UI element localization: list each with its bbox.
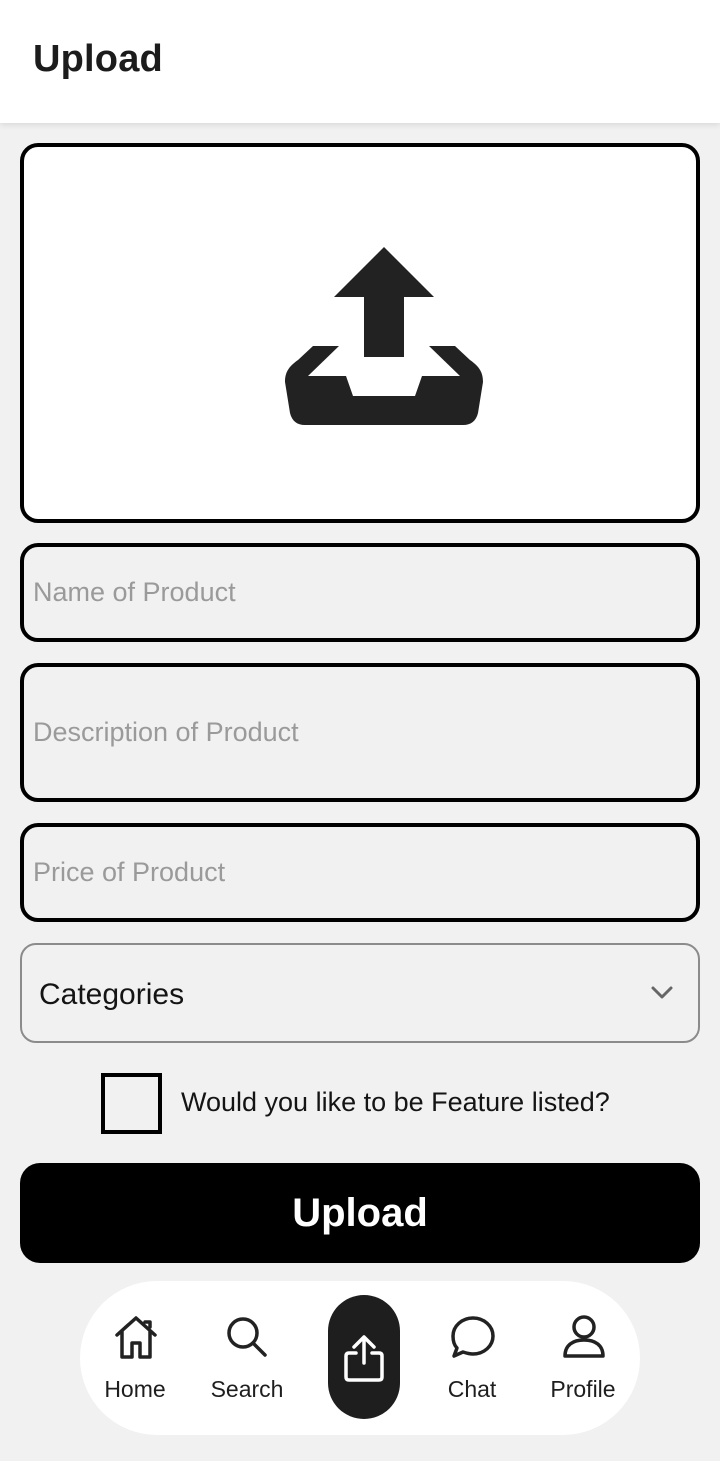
feature-listed-label: Would you like to be Feature listed?: [181, 1087, 610, 1117]
page-title: Upload: [33, 38, 163, 80]
nav-label-profile: Profile: [550, 1376, 616, 1402]
categories-dropdown[interactable]: Categories: [20, 943, 700, 1043]
product-description-input[interactable]: [24, 667, 696, 798]
nav-item-search[interactable]: Search: [197, 1281, 297, 1435]
product-price-field[interactable]: [20, 823, 700, 922]
nav-label-chat: Chat: [447, 1376, 497, 1402]
nav-label-home: Home: [104, 1376, 166, 1402]
bottom-nav: Home Search Chat Profile: [80, 1281, 640, 1435]
upload-tray-icon: [285, 247, 483, 425]
nav-item-chat[interactable]: Chat: [422, 1281, 522, 1435]
home-icon: [115, 1316, 157, 1359]
nav-item-profile[interactable]: Profile: [533, 1281, 633, 1435]
product-price-input[interactable]: [24, 827, 696, 918]
nav-item-home[interactable]: Home: [85, 1281, 185, 1435]
product-description-field[interactable]: [20, 663, 700, 802]
app-bar: Upload: [0, 0, 720, 123]
chat-icon: [451, 1316, 495, 1358]
upload-button[interactable]: Upload: [20, 1163, 700, 1263]
product-name-input[interactable]: [24, 547, 696, 638]
profile-icon: [563, 1315, 605, 1358]
feature-listed-checkbox[interactable]: [101, 1073, 162, 1134]
product-name-field[interactable]: [20, 543, 700, 642]
share-upload-icon: [344, 1335, 384, 1382]
nav-item-upload[interactable]: [328, 1295, 400, 1419]
search-icon: [227, 1317, 267, 1357]
categories-label: Categories: [39, 978, 185, 1011]
image-upload-area[interactable]: [20, 143, 700, 523]
chevron-down-icon: [651, 986, 673, 999]
nav-label-search: Search: [210, 1376, 284, 1402]
